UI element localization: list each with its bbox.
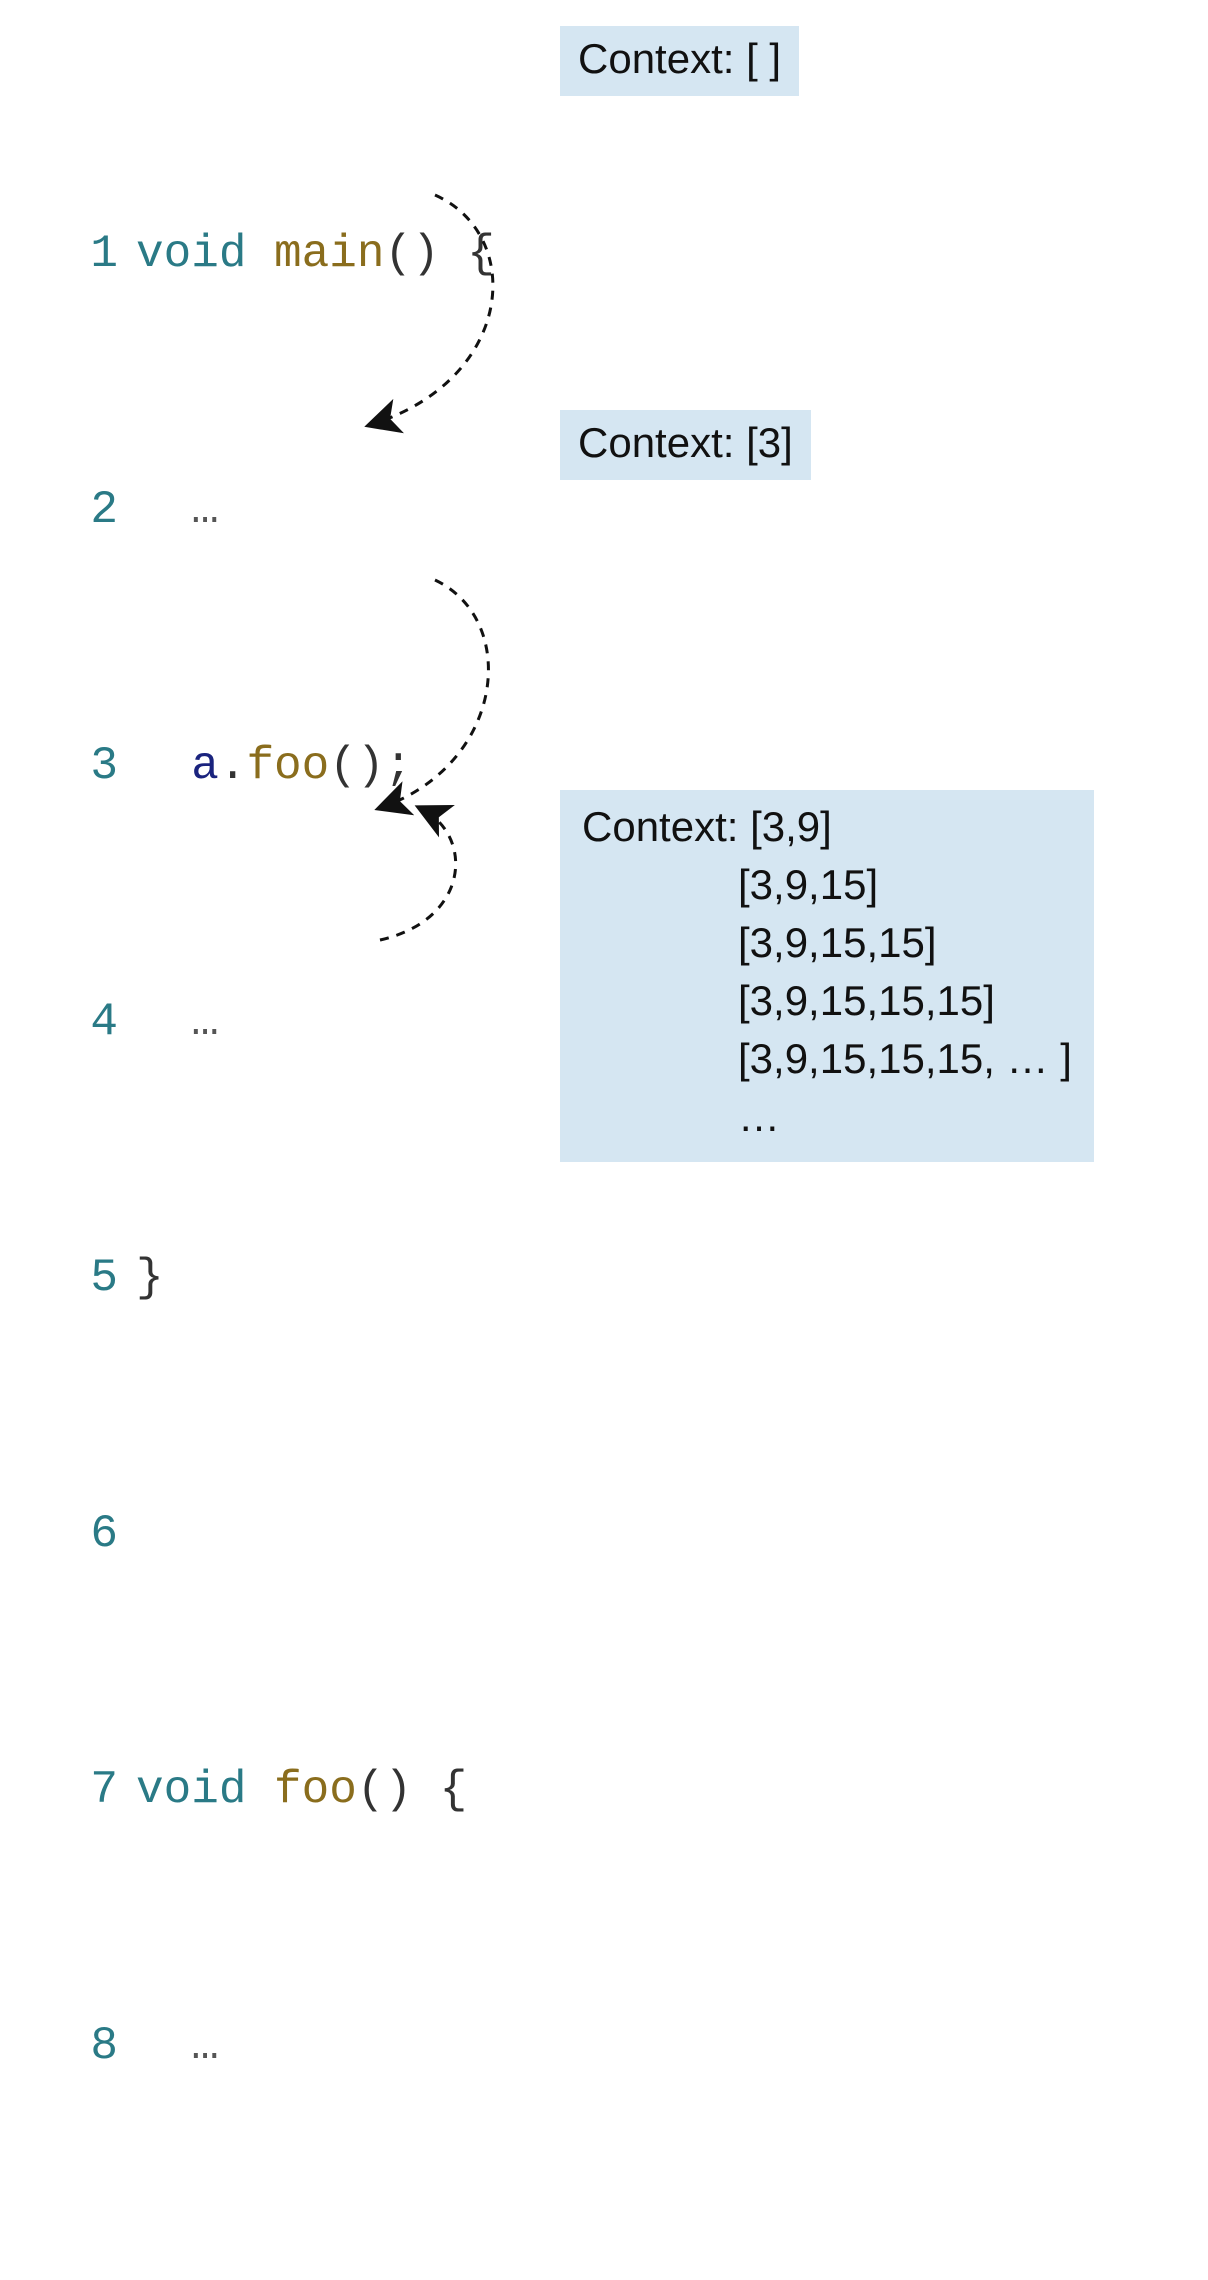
line-number: 4 xyxy=(40,990,136,1054)
code-block: 1 void main() { 2 … 3 a.foo(); 4 … 5 } 6… xyxy=(40,30,495,2280)
line-number: 7 xyxy=(40,1758,136,1822)
code-line: 3 a.foo(); xyxy=(40,734,495,798)
code-line: 7 void foo() { xyxy=(40,1758,495,1822)
code-line: 5 } xyxy=(40,1246,495,1310)
token-punc: () { xyxy=(384,222,494,286)
token-keyword: void xyxy=(136,222,274,286)
line-number: 3 xyxy=(40,734,136,798)
ellipsis: … xyxy=(191,478,219,542)
ellipsis: … xyxy=(191,990,219,1054)
context-value: [3,9,15] xyxy=(738,861,878,908)
context-label: Context: xyxy=(578,35,746,82)
token-fn: foo xyxy=(246,734,329,798)
code-line: 2 … xyxy=(40,478,495,542)
context-value: [ ] xyxy=(746,35,781,82)
context-annotation-foo: Context: [3] xyxy=(560,410,811,480)
code-line: 8 … xyxy=(40,2014,495,2078)
code-line: 6 xyxy=(40,1502,495,1566)
context-annotation-main: Context: [ ] xyxy=(560,26,799,96)
token-fn: main xyxy=(274,222,384,286)
ellipsis: … xyxy=(738,1093,780,1140)
context-value: [3,9,15,15] xyxy=(738,919,937,966)
ellipsis: … xyxy=(191,2014,219,2078)
line-number: 6 xyxy=(40,1502,136,1566)
line-number: 9 xyxy=(40,2270,136,2280)
token-var: a xyxy=(191,734,219,798)
line-number: 5 xyxy=(40,1246,136,1310)
context-value: [3,9,15,15,15, … ] xyxy=(738,1035,1072,1082)
code-line: 1 void main() { xyxy=(40,222,495,286)
line-number: 8 xyxy=(40,2014,136,2078)
context-value: [3,9] xyxy=(750,803,832,850)
line-number: 1 xyxy=(40,222,136,286)
context-label: Context: xyxy=(582,803,750,850)
code-line: 9 b.bar(); xyxy=(40,2270,495,2280)
token-var: b xyxy=(191,2270,219,2280)
context-annotation-bar: Context: [3,9] [3,9,15] [3,9,15,15] [3,9… xyxy=(560,790,1094,1162)
token-keyword: void xyxy=(136,1758,274,1822)
context-value: [3,9,15,15,15] xyxy=(738,977,995,1024)
context-label: Context: xyxy=(578,419,746,466)
line-number: 2 xyxy=(40,478,136,542)
token-fn: foo xyxy=(274,1758,357,1822)
code-line: 4 … xyxy=(40,990,495,1054)
context-value: [3] xyxy=(746,419,793,466)
token-fn: bar xyxy=(246,2270,329,2280)
